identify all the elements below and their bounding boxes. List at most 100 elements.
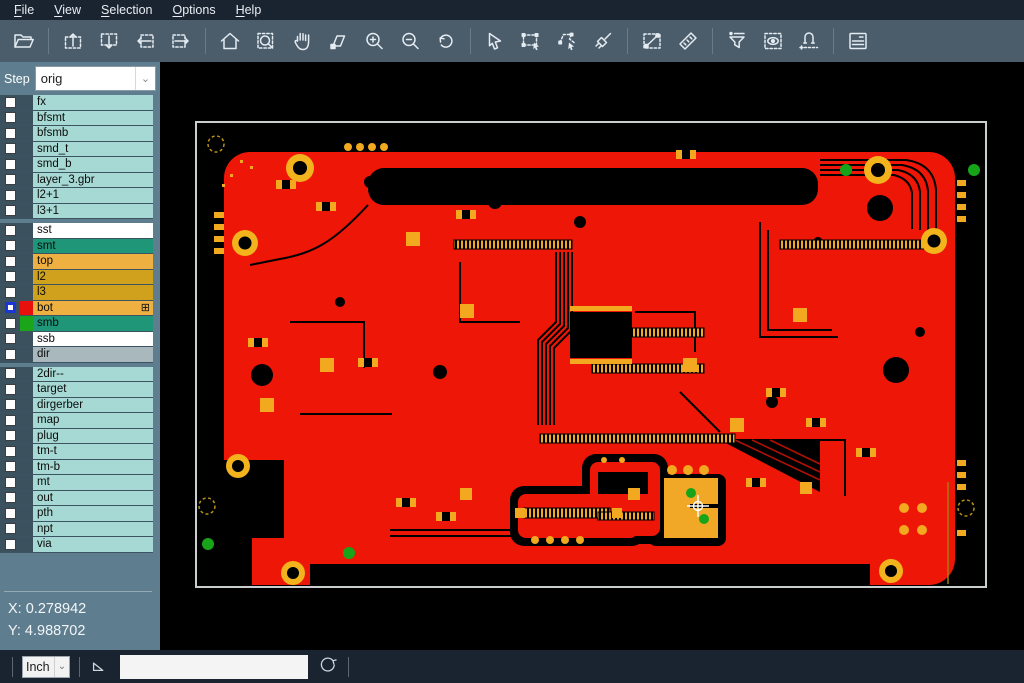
layer-color-swatch[interactable] [20,157,33,172]
zoom-in-button[interactable] [356,24,392,58]
layer-color-swatch[interactable] [20,382,33,397]
layer-visibility-checkbox[interactable] [5,492,16,503]
layer-visibility-checkbox[interactable] [5,318,16,329]
layer-visibility-checkbox[interactable] [5,333,16,344]
layer-name[interactable]: plug [33,429,153,444]
command-input[interactable] [120,655,308,679]
layer-name[interactable]: dir [33,347,153,362]
layer-name[interactable]: bfsmt [33,111,153,126]
layer-color-swatch[interactable] [20,398,33,413]
layer-visibility-checkbox[interactable] [5,349,16,360]
zoom-polygon-button[interactable] [320,24,356,58]
chevron-down-icon[interactable]: ⌄ [135,67,155,90]
layer-color-swatch[interactable] [20,506,33,521]
layer-color-swatch[interactable] [20,522,33,537]
ruler-button[interactable] [670,24,706,58]
refresh-icon[interactable] [317,653,339,680]
zoom-window-button[interactable] [248,24,284,58]
unit-select[interactable]: Inch ⌄ [22,656,70,678]
corner-measure-icon[interactable] [89,653,111,680]
layer-color-swatch[interactable] [20,285,33,300]
report-button[interactable] [840,24,876,58]
layer-name[interactable]: l2+1 [33,188,153,203]
layer-visibility-checkbox[interactable] [5,97,16,108]
zoom-out-button[interactable] [392,24,428,58]
layer-visibility-checkbox[interactable] [5,225,16,236]
layer-visibility-checkbox[interactable] [5,523,16,534]
move-up-button[interactable] [55,24,91,58]
layer-name[interactable]: sst [33,223,153,238]
layer-color-swatch[interactable] [20,316,33,331]
layer-name[interactable]: smd_t [33,142,153,157]
layer-visibility-checkbox[interactable] [5,256,16,267]
layer-visibility-checkbox[interactable] [5,240,16,251]
select-polygon-button[interactable] [549,24,585,58]
layer-name[interactable]: smt [33,239,153,254]
layer-color-swatch[interactable] [20,475,33,490]
layer-visibility-checkbox[interactable] [5,174,16,185]
layer-color-swatch[interactable] [20,142,33,157]
menu-item[interactable]: Selection [91,1,162,19]
layer-visibility-checkbox[interactable] [5,446,16,457]
layer-visibility-checkbox[interactable] [5,159,16,170]
open-folder-button[interactable] [6,24,42,58]
layer-name[interactable]: layer_3.gbr [33,173,153,188]
layer-name[interactable]: map [33,413,153,428]
layer-name[interactable]: smd_b [33,157,153,172]
layer-visibility-checkbox[interactable] [5,302,16,313]
layer-visibility-checkbox[interactable] [5,399,16,410]
layer-color-swatch[interactable] [20,111,33,126]
layer-color-swatch[interactable] [20,301,33,316]
layer-color-swatch[interactable] [20,126,33,141]
pcb-canvas[interactable] [160,62,1024,650]
layer-color-swatch[interactable] [20,239,33,254]
menu-item[interactable]: File [4,1,44,19]
layer-color-swatch[interactable] [20,367,33,382]
pan-button[interactable] [284,24,320,58]
layer-visibility-checkbox[interactable] [5,368,16,379]
layer-visibility-checkbox[interactable] [5,205,16,216]
select-rectangle-button[interactable] [513,24,549,58]
layer-name[interactable]: bfsmb [33,126,153,141]
layer-visibility-checkbox[interactable] [5,508,16,519]
layer-color-swatch[interactable] [20,188,33,203]
layer-color-swatch[interactable] [20,204,33,219]
layer-color-swatch[interactable] [20,537,33,552]
layer-visibility-checkbox[interactable] [5,539,16,550]
move-left-button[interactable] [127,24,163,58]
layer-visibility-checkbox[interactable] [5,477,16,488]
layer-name[interactable]: pth [33,506,153,521]
menu-item[interactable]: Help [226,1,272,19]
layer-name[interactable]: smb [33,316,153,331]
layer-name[interactable]: target [33,382,153,397]
layer-name[interactable]: bot⊞ [33,301,153,316]
layer-name[interactable]: l3+1 [33,204,153,219]
layer-color-swatch[interactable] [20,223,33,238]
layer-visibility-checkbox[interactable] [5,461,16,472]
matrix-grid-icon[interactable]: ⊞ [141,301,150,315]
layer-name[interactable]: tm-b [33,460,153,475]
layer-visibility-checkbox[interactable] [5,384,16,395]
layer-name[interactable]: 2dir-- [33,367,153,382]
layer-color-swatch[interactable] [20,413,33,428]
home-view-button[interactable] [212,24,248,58]
layer-color-swatch[interactable] [20,332,33,347]
layer-color-swatch[interactable] [20,444,33,459]
layer-visibility-checkbox[interactable] [5,143,16,154]
select-button[interactable] [477,24,513,58]
move-down-button[interactable] [91,24,127,58]
layer-visibility-checkbox[interactable] [5,430,16,441]
layer-name[interactable]: l2 [33,270,153,285]
filter-button[interactable] [719,24,755,58]
layer-color-swatch[interactable] [20,347,33,362]
pcb-view[interactable] [160,62,1024,650]
layer-visibility-checkbox[interactable] [5,287,16,298]
chevron-down-icon[interactable]: ⌄ [54,657,69,677]
layer-name[interactable]: dirgerber [33,398,153,413]
layer-name[interactable]: via [33,537,153,552]
layer-color-swatch[interactable] [20,254,33,269]
layer-color-swatch[interactable] [20,95,33,110]
layer-name[interactable]: out [33,491,153,506]
layer-color-swatch[interactable] [20,491,33,506]
zoom-previous-button[interactable] [428,24,464,58]
